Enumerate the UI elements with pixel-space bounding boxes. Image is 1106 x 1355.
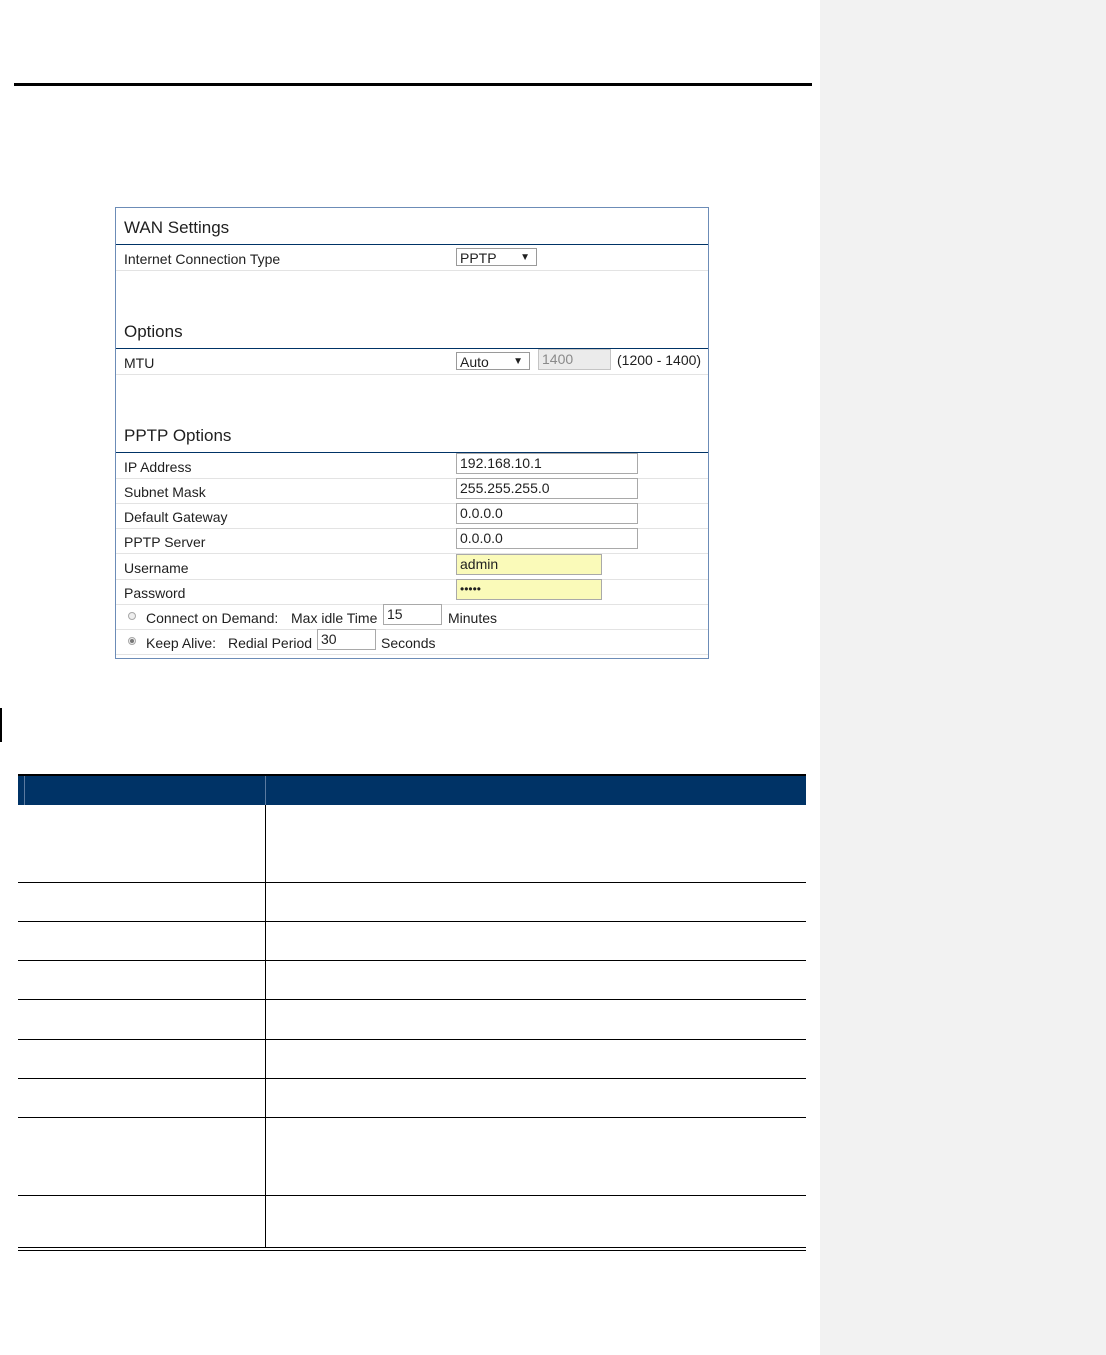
table-row [18,1079,806,1118]
ip-address-row: IP Address 192.168.10.1 [116,453,708,479]
pptp-server-input[interactable]: 0.0.0.0 [456,528,638,549]
password-label: Password [124,585,186,601]
options-header: Options [116,312,708,349]
table-row [18,1118,806,1196]
username-label: Username [124,560,189,576]
redial-period-unit: Seconds [381,635,436,651]
wan-settings-header: WAN Settings [116,208,708,245]
subnet-mask-label: Subnet Mask [124,484,206,500]
connection-type-row: Internet Connection Type PPTP ▼ [116,245,708,271]
subnet-mask-input[interactable]: 255.255.255.0 [456,478,638,499]
keep-alive-label: Keep Alive: [146,635,217,651]
table-bottom-rule [18,1247,806,1251]
redial-period-label: Redial Period [228,635,313,651]
wan-settings-title: WAN Settings [124,218,230,237]
ip-address-label: IP Address [124,459,192,475]
mtu-mode-value: Auto [460,354,489,370]
max-idle-time-label: Max idle Time [291,610,378,626]
chevron-down-icon: ▼ [513,356,523,367]
chevron-down-icon: ▼ [520,252,530,263]
username-row: Username admin [116,554,708,580]
connect-on-demand-row: Connect on Demand: Max idle Time 15 Minu… [116,604,708,630]
connection-type-value: PPTP [460,250,497,266]
mtu-mode-select[interactable]: Auto ▼ [456,352,530,370]
subnet-mask-row: Subnet Mask 255.255.255.0 [116,478,708,504]
default-gateway-label: Default Gateway [124,509,228,525]
max-idle-time-unit: Minutes [448,610,498,626]
table-row [18,1040,806,1079]
connect-on-demand-radio[interactable] [128,612,136,620]
change-bar [0,708,2,742]
header-rule [14,83,812,86]
default-gateway-row: Default Gateway 0.0.0.0 [116,503,708,529]
table-header [18,774,806,805]
connection-type-label: Internet Connection Type [124,251,281,267]
connection-type-select[interactable]: PPTP ▼ [456,248,537,266]
max-idle-time-input[interactable]: 15 [383,604,442,625]
pptp-options-title: PPTP Options [124,426,232,445]
redial-period-input[interactable]: 30 [317,629,376,650]
connect-on-demand-label: Connect on Demand: [146,610,279,626]
table-row [18,805,806,883]
mtu-range: (1200 - 1400) [617,352,702,368]
pptp-options-header: PPTP Options [116,416,708,453]
pptp-server-row: PPTP Server 0.0.0.0 [116,528,708,554]
wan-settings-panel: WAN Settings Internet Connection Type PP… [115,207,709,659]
username-input[interactable]: admin [456,554,602,575]
mtu-label: MTU [124,355,155,371]
keep-alive-row: Keep Alive: Redial Period 30 Seconds [116,629,708,655]
comment-pane [820,0,1106,1355]
table-row [18,961,806,1000]
pptp-server-label: PPTP Server [124,534,206,550]
keep-alive-radio[interactable] [128,637,136,645]
table-row [18,883,806,922]
table-row [18,1000,806,1040]
password-input[interactable]: ••••• [456,579,602,600]
options-title: Options [124,322,183,341]
mtu-value-input[interactable]: 1400 [538,349,611,370]
mtu-row: MTU Auto ▼ 1400 (1200 - 1400) [116,349,708,375]
default-gateway-input[interactable]: 0.0.0.0 [456,503,638,524]
password-row: Password ••••• [116,579,708,605]
ip-address-input[interactable]: 192.168.10.1 [456,453,638,474]
table-row [18,922,806,961]
table-column-divider [265,805,266,1248]
